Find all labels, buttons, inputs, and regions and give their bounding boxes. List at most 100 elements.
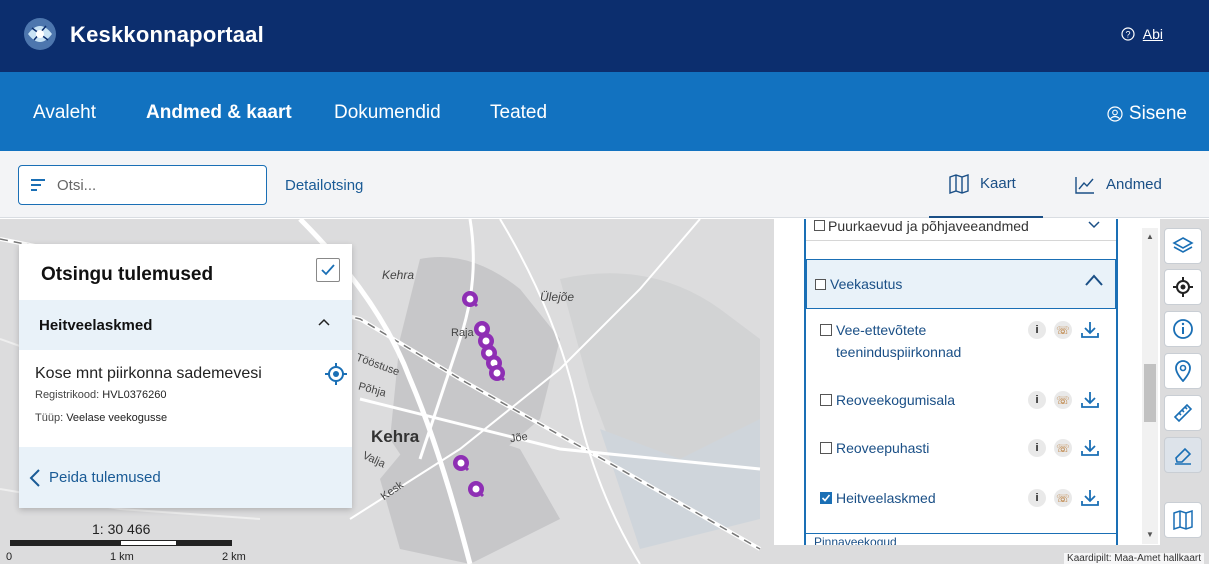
phone-icon[interactable]: ☏ xyxy=(1054,439,1072,457)
scale-tick-2: 2 km xyxy=(222,551,246,563)
result-item-name[interactable]: Kose mnt piirkonna sademevesi xyxy=(35,365,262,383)
tab-map-label: Kaart xyxy=(980,175,1016,192)
layer-name: Heitveelaskmed xyxy=(820,487,936,509)
user-icon xyxy=(1107,106,1123,122)
layer-checkbox[interactable] xyxy=(820,394,832,406)
phone-icon[interactable]: ☏ xyxy=(1054,321,1072,339)
scroll-thumb[interactable] xyxy=(1144,364,1156,422)
phone-icon[interactable]: ☏ xyxy=(1054,489,1072,507)
layer-checkbox[interactable] xyxy=(820,324,832,336)
info-button[interactable] xyxy=(1164,311,1202,347)
info-icon[interactable]: i xyxy=(1028,439,1046,457)
map-label-kehra: Kehra xyxy=(371,427,420,446)
scale-bar xyxy=(10,540,232,546)
layer-row[interactable]: Reoveepuhasti i ☏ xyxy=(806,437,1116,461)
nav-item-teated[interactable]: Teated xyxy=(490,102,547,124)
map-marker[interactable] xyxy=(487,363,507,383)
download-icon[interactable] xyxy=(1080,489,1100,507)
info-icon[interactable]: i xyxy=(1028,391,1046,409)
map-marker[interactable] xyxy=(451,453,471,473)
layer-checkbox-checked[interactable] xyxy=(820,492,832,504)
result-reg-value: HVL0376260 xyxy=(102,389,167,401)
layers-list: Puurkaevud ja põhjaveeandmed Veekasutus … xyxy=(804,219,1118,545)
results-section-label: Heitveelaskmed xyxy=(39,317,153,334)
info-icon[interactable]: i xyxy=(1028,321,1046,339)
chart-icon xyxy=(1075,176,1094,194)
map-marker[interactable] xyxy=(466,479,486,499)
svg-text:?: ? xyxy=(1125,30,1130,40)
map-icon xyxy=(949,173,969,194)
layer-row-partial[interactable]: Pinnaveekogud xyxy=(806,533,1116,545)
layer-row[interactable]: Heitveelaskmed i ☏ xyxy=(806,487,1116,511)
layer-group-water-use[interactable]: Veekasutus xyxy=(806,259,1116,309)
logo[interactable] xyxy=(20,14,60,54)
search-box xyxy=(18,165,267,205)
locate-result-icon[interactable] xyxy=(325,363,347,385)
main-nav: Avaleht Andmed & kaart Dokumendid Teated… xyxy=(0,72,1209,151)
basemap-button[interactable] xyxy=(1164,502,1202,538)
login-button[interactable]: Sisene xyxy=(1107,103,1187,125)
check-icon xyxy=(321,264,335,276)
phone-icon[interactable]: ☏ xyxy=(1054,391,1072,409)
map-label-ulejoe: Ülejõe xyxy=(540,290,575,304)
scroll-down-arrow[interactable]: ▼ xyxy=(1146,530,1154,539)
layer-name: Reoveekogumisala xyxy=(820,389,955,411)
filter-icon[interactable] xyxy=(19,166,57,204)
layer-actions: i ☏ xyxy=(1028,489,1100,507)
layers-button[interactable] xyxy=(1164,228,1202,264)
locate-button[interactable] xyxy=(1164,269,1202,305)
layer-label: Reoveekogumisala xyxy=(836,392,956,408)
result-reg-code: Registrikood: HVL0376260 xyxy=(35,389,167,401)
tab-data-label: Andmed xyxy=(1106,176,1162,193)
result-type-label: Tüüp: xyxy=(35,412,67,424)
download-icon[interactable] xyxy=(1080,391,1100,409)
nav-item-avaleht[interactable]: Avaleht xyxy=(33,102,96,124)
layer-actions: i ☏ xyxy=(1028,439,1100,457)
layer-label: Heitveelaskmed xyxy=(836,490,936,506)
layer-checkbox[interactable] xyxy=(820,442,832,454)
map-icon xyxy=(1173,510,1193,530)
download-icon[interactable] xyxy=(1080,439,1100,457)
layer-name: Vee-ettevõtete teeninduspiirkonnad xyxy=(820,319,986,363)
scale-tick-0: 0 xyxy=(6,551,13,563)
download-icon[interactable] xyxy=(1080,321,1100,339)
layer-row[interactable]: Reoveekogumisala i ☏ xyxy=(806,389,1116,413)
select-all-checkbox[interactable] xyxy=(316,258,340,282)
result-type-value: Veelase veekogusse xyxy=(66,412,168,424)
nav-item-andmed-kaart[interactable]: Andmed & kaart xyxy=(146,102,292,124)
layer-actions: i ☏ xyxy=(1028,391,1100,409)
map-credit: Kaardipilt: Maa-Amet hallkaart xyxy=(1064,553,1204,564)
tab-data[interactable]: Andmed xyxy=(1074,151,1162,218)
results-section-header[interactable]: Heitveelaskmed xyxy=(19,300,352,350)
locate-icon xyxy=(1173,277,1193,297)
results-title: Otsingu tulemused xyxy=(41,264,214,285)
map-marker[interactable] xyxy=(460,289,480,309)
scroll-up-arrow[interactable]: ▲ xyxy=(1146,232,1154,241)
layer-row-partial-label: Pinnaveekogud xyxy=(814,535,897,545)
help-link[interactable]: ? Abi xyxy=(1121,26,1163,42)
tab-map[interactable]: Kaart xyxy=(929,151,1043,218)
map-label-kehra-small: Kehra xyxy=(382,268,415,282)
ruler-icon xyxy=(1173,403,1193,423)
info-icon[interactable]: i xyxy=(1028,489,1046,507)
chevron-down-icon xyxy=(1088,221,1100,229)
layers-panel: Puurkaevud ja põhjaveeandmed Veekasutus … xyxy=(774,219,1160,545)
search-input[interactable] xyxy=(57,176,247,194)
brand-title[interactable]: Keskkonnaportaal xyxy=(70,22,264,48)
pin-button[interactable] xyxy=(1164,353,1202,389)
map-toolbar: Detailotsing Kaart Andmed xyxy=(0,151,1209,218)
layer-group-groundwater[interactable]: Puurkaevud ja põhjaveeandmed xyxy=(806,219,1116,241)
chevron-left-icon xyxy=(29,469,40,487)
nav-item-dokumendid[interactable]: Dokumendid xyxy=(334,102,441,124)
hide-results-button[interactable]: Peida tulemused xyxy=(19,447,352,508)
detail-search-link[interactable]: Detailotsing xyxy=(285,177,363,194)
info-icon xyxy=(1173,319,1193,339)
layers-icon xyxy=(1172,237,1194,253)
layer-label: Vee-ettevõtete teeninduspiirkonnad xyxy=(836,322,962,360)
chevron-up-icon xyxy=(1085,274,1103,286)
eraser-button[interactable] xyxy=(1164,437,1202,473)
measure-button[interactable] xyxy=(1164,395,1202,431)
layers-scrollbar[interactable]: ▲ ▼ xyxy=(1142,228,1158,544)
layer-row[interactable]: Vee-ettevõtete teeninduspiirkonnad i ☏ xyxy=(806,319,1116,367)
scale-tick-1: 1 km xyxy=(110,551,134,563)
